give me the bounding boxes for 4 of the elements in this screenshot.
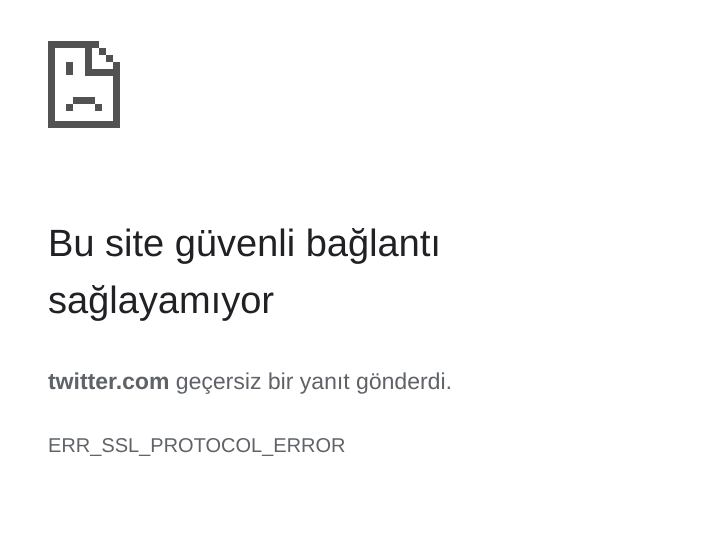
sad-document-icon (48, 41, 120, 128)
error-heading: Bu site güvenli bağlantı sağlayamıyor (48, 222, 442, 324)
error-code: ERR_SSL_PROTOCOL_ERROR (48, 435, 346, 458)
error-message: twitter.com geçersiz bir yanıt gönderdi. (48, 368, 452, 395)
